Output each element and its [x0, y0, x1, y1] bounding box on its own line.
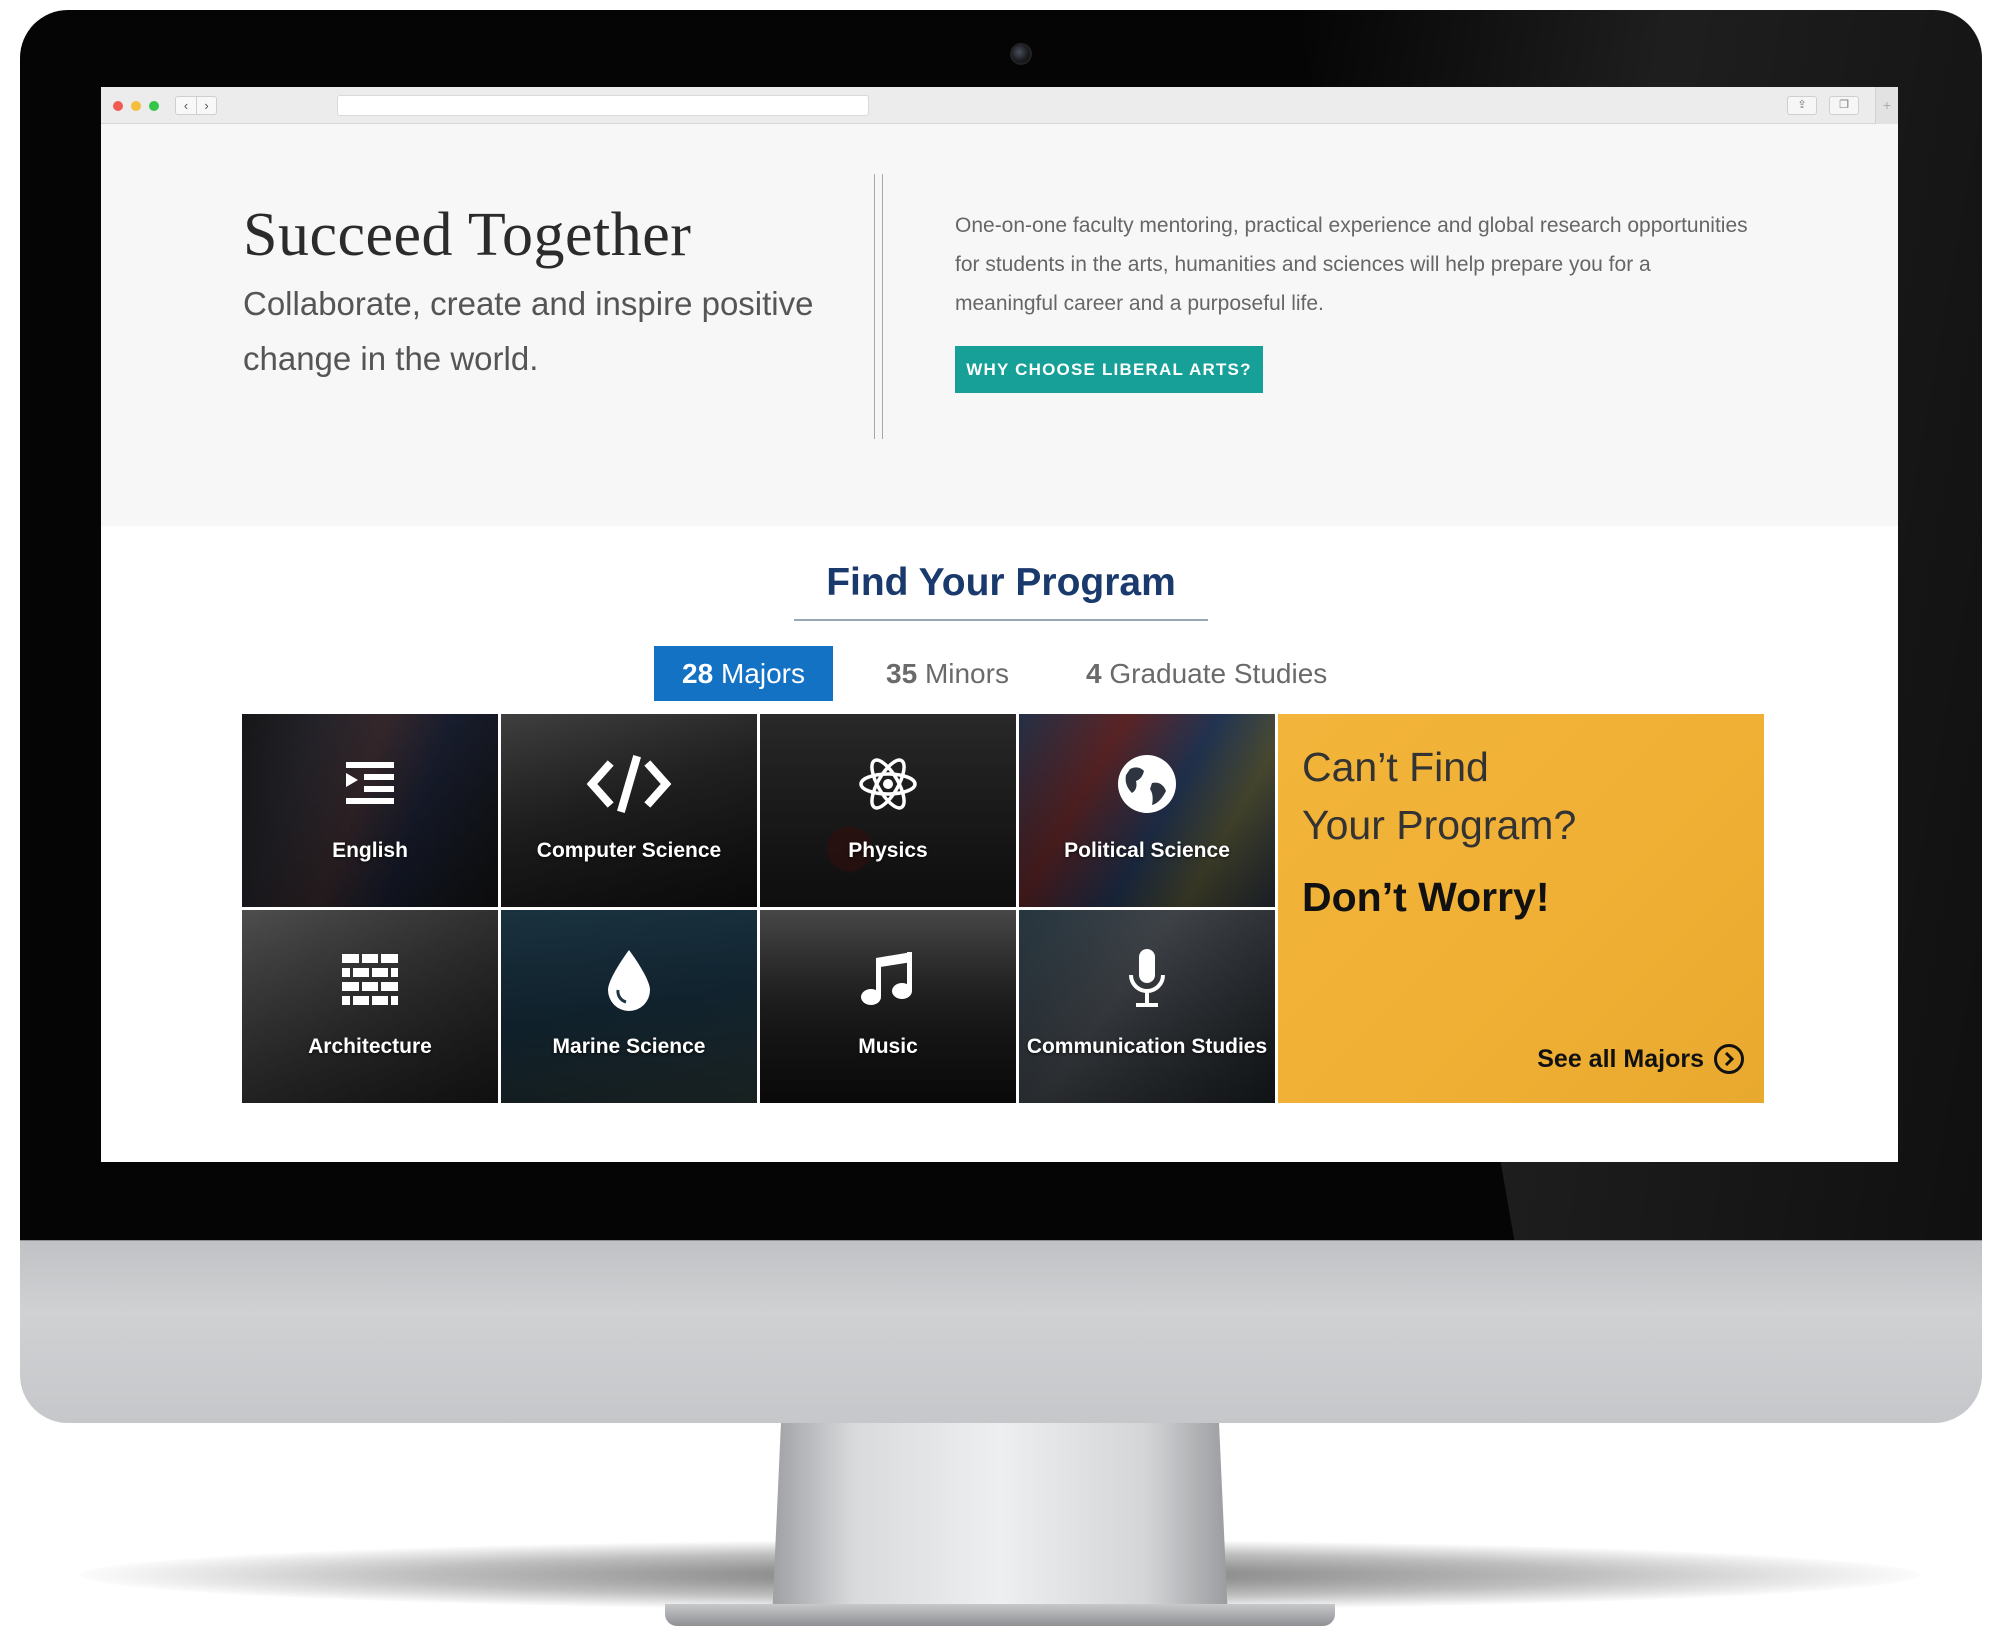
browser-toolbar: ‹ › ⇪ ❐ +	[101, 87, 1898, 124]
hero-divider	[874, 174, 883, 439]
tab-majors-count: 28	[682, 658, 714, 689]
address-bar[interactable]	[337, 95, 869, 116]
close-window-icon[interactable]	[113, 101, 123, 111]
find-program-heading: Find Your Program	[826, 561, 1176, 604]
program-tile-english[interactable]: English	[242, 714, 498, 907]
program-label: Computer Science	[536, 839, 722, 862]
tab-graduate-studies[interactable]: 4 Graduate Studies	[1086, 646, 1327, 701]
brick-wall-icon	[242, 940, 498, 1020]
promo-line-1: Can’t Find	[1302, 744, 1489, 790]
indent-list-icon	[242, 744, 498, 824]
promo-line-3: Don’t Worry!	[1302, 874, 1550, 920]
hero-subtitle: Collaborate, create and inspire positive…	[243, 285, 814, 377]
monitor-chin	[20, 1238, 1982, 1423]
program-label: Political Science	[1064, 839, 1230, 862]
program-tile-computer-science[interactable]: Computer Science	[501, 714, 757, 907]
program-tile-marine-science[interactable]: Marine Science	[501, 910, 757, 1103]
monitor-stand-foot	[665, 1604, 1335, 1626]
tabs-overview-icon[interactable]: ❐	[1829, 96, 1859, 115]
new-tab-icon[interactable]: +	[1875, 87, 1898, 124]
program-tile-communication-studies[interactable]: Communication Studies	[1019, 910, 1275, 1103]
heading-underline	[794, 619, 1208, 621]
code-icon	[501, 744, 757, 824]
program-label: Communication Studies	[1026, 1035, 1268, 1058]
tab-minors-count: 35	[886, 658, 918, 689]
program-label: Music	[858, 1035, 918, 1058]
tab-majors-label: Majors	[720, 658, 805, 689]
tab-graduate-label: Graduate Studies	[1109, 658, 1328, 689]
chevron-right-circle-icon	[1714, 1044, 1744, 1074]
program-label: Physics	[848, 839, 928, 862]
history-nav: ‹ ›	[175, 96, 217, 115]
browser-window: ‹ › ⇪ ❐ + Succeed Together Collaborate, …	[101, 87, 1898, 1162]
program-label: Marine Science	[552, 1035, 706, 1058]
camera-icon	[1010, 43, 1032, 65]
tab-graduate-count: 4	[1086, 658, 1102, 689]
globe-icon	[1019, 744, 1275, 824]
promo-line-2: Your Program?	[1302, 802, 1577, 848]
program-label: Architecture	[308, 1035, 432, 1058]
program-grid: English Computer Science Physics Politic…	[242, 714, 1764, 1103]
back-arrow-icon[interactable]: ‹	[176, 97, 196, 114]
forward-arrow-icon[interactable]: ›	[196, 97, 216, 114]
hero-description: One-on-one faculty mentoring, practical …	[955, 214, 1748, 315]
hero-title: Succeed Together	[243, 201, 692, 269]
tab-minors-label: Minors	[924, 658, 1009, 689]
see-all-majors-link[interactable]: See all Majors	[1537, 1044, 1744, 1074]
program-tile-music[interactable]: Music	[760, 910, 1016, 1103]
share-icon[interactable]: ⇪	[1787, 96, 1817, 115]
microphone-icon	[1019, 940, 1275, 1020]
tab-minors[interactable]: 35 Minors	[886, 646, 1009, 701]
tab-majors[interactable]: 28 Majors	[654, 646, 833, 701]
program-tile-physics[interactable]: Physics	[760, 714, 1016, 907]
minimize-window-icon[interactable]	[131, 101, 141, 111]
cant-find-program-panel: Can’t Find Your Program? Don’t Worry! Se…	[1278, 714, 1764, 1103]
hero-section: Succeed Together Collaborate, create and…	[101, 124, 1898, 526]
monitor-stand	[772, 1420, 1228, 1620]
zoom-window-icon[interactable]	[149, 101, 159, 111]
water-drop-icon	[501, 940, 757, 1020]
program-tile-architecture[interactable]: Architecture	[242, 910, 498, 1103]
atom-icon	[760, 744, 1016, 824]
program-tile-political-science[interactable]: Political Science	[1019, 714, 1275, 907]
why-liberal-arts-button[interactable]: WHY CHOOSE LIBERAL ARTS?	[955, 346, 1263, 393]
see-all-majors-label: See all Majors	[1537, 1044, 1704, 1073]
music-note-icon	[760, 940, 1016, 1020]
program-label: English	[332, 839, 408, 862]
